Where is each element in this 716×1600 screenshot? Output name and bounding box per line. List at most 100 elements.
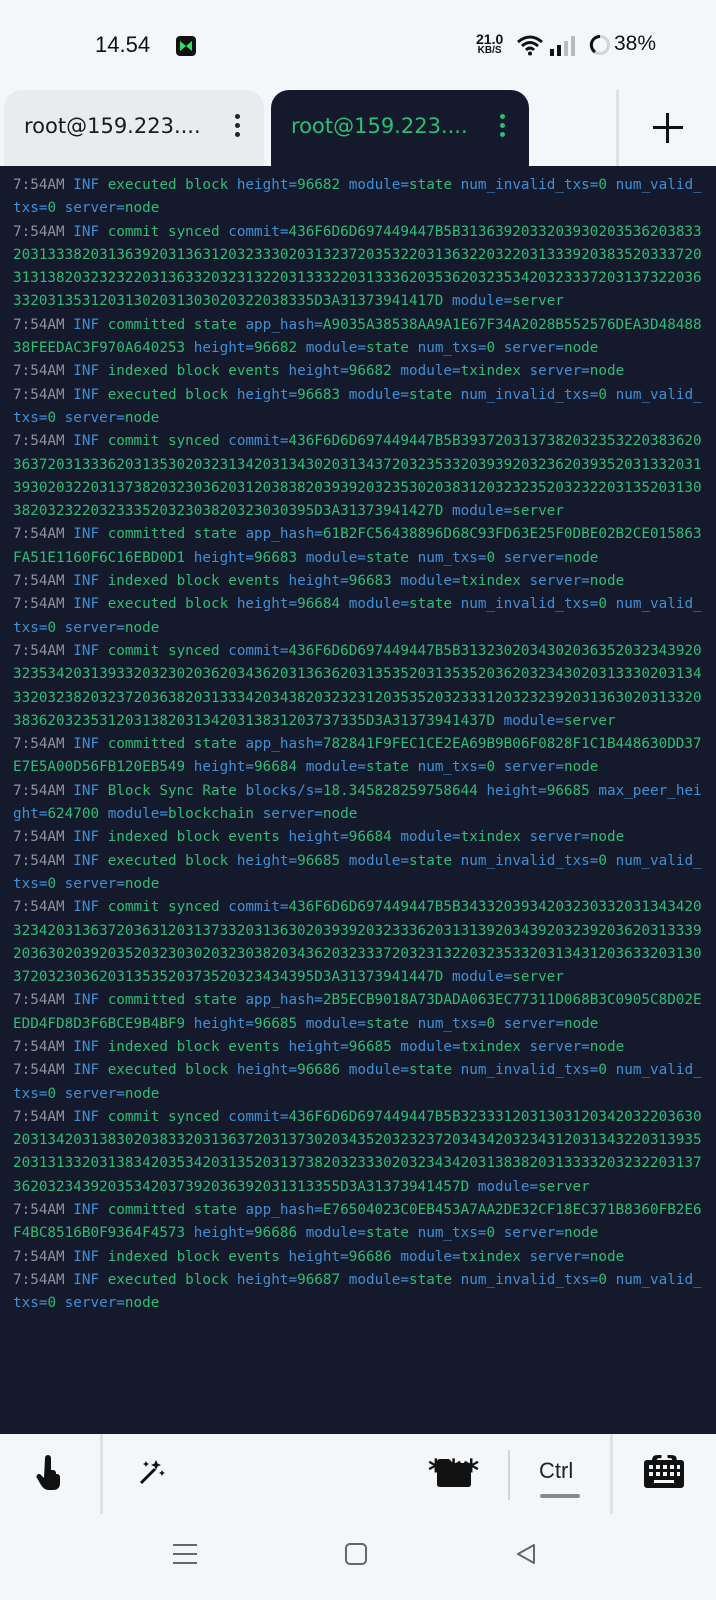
log-value: state [409,1271,453,1288]
log-key: num_txs= [417,1015,487,1032]
files-button[interactable] [410,1434,500,1514]
log-key: server= [529,363,590,380]
log-key: module= [477,1178,539,1195]
log-value: 0 [47,1295,57,1312]
log-value: 96684 [348,829,392,846]
log-message: executed block [107,596,229,613]
log-value: 96682 [297,177,341,193]
status-bar: 14.54 21.0 KB/S 38% [0,0,716,90]
log-key: height= [486,782,547,799]
tab-session-1[interactable]: root@159.223.... [4,90,264,166]
log-key: commit= [228,899,289,916]
keyboard-toggle-button[interactable] [614,1434,716,1514]
log-value: 96686 [297,1062,341,1079]
log-key: server= [529,1248,590,1265]
log-key: server= [529,573,590,590]
log-value: 96682 [254,340,298,357]
log-value: 96683 [254,549,298,566]
log-line: 7:54AM INF commit synced commit=436F6D6D… [13,1106,709,1199]
log-key: commit= [228,223,289,240]
log-line: 7:54AM INF executed block height=96683 m… [13,384,709,431]
log-value: state [365,1225,409,1242]
log-timestamp: 7:54AM [13,1202,65,1219]
log-key: app_hash= [245,316,323,333]
log-text: 7:54AM INF executed block height= 96682 m… [13,174,709,1316]
log-key: module= [348,596,410,613]
log-value: node [124,1295,160,1312]
log-message: committed state [107,526,237,543]
log-key: height= [288,1248,349,1265]
log-message: indexed block events [107,363,280,380]
log-value: 0 [598,177,608,193]
network-speed-value: 21.0 [476,31,504,47]
log-level: INF [73,852,100,869]
log-value: 96685 [297,852,341,869]
more-icon[interactable] [234,114,242,140]
log-value: state [365,340,409,357]
log-message: executed block [107,1271,229,1288]
home-icon[interactable] [344,1542,368,1566]
back-icon[interactable] [514,1542,538,1566]
log-message: indexed block events [107,573,280,590]
log-key: module= [107,806,168,823]
log-message: indexed block events [107,1248,280,1265]
menu-icon[interactable] [172,1542,198,1566]
log-value: server [563,712,616,729]
log-message: commit synced [107,899,220,916]
log-value: node [563,1015,599,1032]
log-value: node [124,619,160,636]
magic-button[interactable] [104,1434,196,1514]
log-key: server= [64,875,125,892]
log-value: node [124,875,160,892]
snippets-button[interactable]: {} [310,1434,685,1514]
log-key: app_hash= [245,1202,323,1219]
log-line: 7:54AM INF committed state app_hash=E765… [13,1199,709,1246]
log-level: INF [73,433,100,450]
magic-wand-icon [139,1460,165,1485]
log-value: 96683 [348,573,392,590]
password-button[interactable]: *** [200,1434,479,1514]
tab-session-2-active[interactable]: root@159.223.... [271,90,529,166]
log-key: server= [64,409,125,426]
log-key: module= [305,1015,366,1032]
log-timestamp: 7:54AM [13,642,65,659]
log-key: server= [529,1038,590,1055]
log-key: num_invalid_txs= [460,596,599,613]
log-key: module= [400,363,461,380]
log-key: module= [348,1271,410,1288]
log-value: 0 [47,409,57,426]
log-key: num_invalid_txs= [460,1062,599,1079]
more-icon[interactable] [499,114,507,140]
log-message: executed block [107,386,229,403]
ctrl-key[interactable]: Ctrl [512,1434,602,1514]
log-value: node [124,200,160,217]
log-key: blocks/s= [245,782,323,799]
log-level: INF [73,223,100,240]
log-timestamp: 7:54AM [13,1271,65,1288]
log-value: txindex [460,829,521,846]
log-line: 7:54AM INF committed state app_hash=A903… [13,314,709,361]
log-level: INF [73,992,100,1009]
terminal-output[interactable]: 7:54AM INF executed block height= 96682 m… [0,166,716,1434]
touch-mode-button[interactable] [0,1434,100,1514]
log-value: node [322,806,358,823]
log-line: 7:54AM INF indexed block events height=9… [13,826,709,849]
log-line: 7:54AM INF executed block height=96684 m… [13,593,709,640]
log-value: 0 [486,340,496,357]
new-tab-button[interactable] [620,90,716,166]
extra-keys-bar: *** {} Ctrl [0,1434,716,1514]
log-level: INF [73,736,100,753]
log-value: 0 [598,596,608,613]
log-value: 0 [47,619,57,636]
log-value: 0 [47,875,57,892]
log-key: height= [193,549,255,566]
log-level: INF [73,1108,100,1125]
log-level: INF [73,596,100,613]
log-level: INF [73,363,100,380]
ctrl-indicator [540,1494,580,1498]
network-speed: 21.0 KB/S [476,31,504,56]
log-value: node [563,340,599,357]
log-key: height= [236,386,298,403]
log-key: server= [503,340,564,357]
log-key: server= [262,806,323,823]
